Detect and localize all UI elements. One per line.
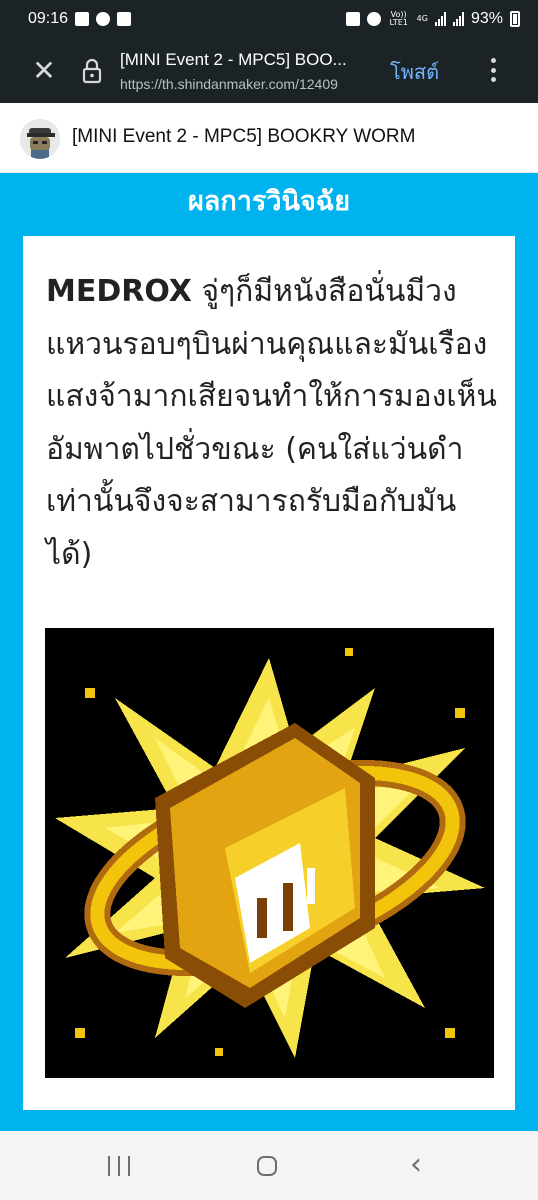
image-icon bbox=[75, 12, 90, 26]
more-options-icon[interactable] bbox=[486, 54, 500, 86]
url-address[interactable]: https://th.shindanmaker.com/12409 bbox=[120, 76, 374, 92]
battery-saver-icon bbox=[345, 12, 360, 26]
volte-icon: Vo)) LTE1 bbox=[389, 10, 408, 27]
browser-toolbar: ✕ [MINI Event 2 - MPC5] BOO... https://t… bbox=[0, 38, 538, 103]
signal-icon bbox=[434, 12, 446, 26]
status-bar-left: 09:16 bbox=[28, 10, 132, 28]
close-icon[interactable]: ✕ bbox=[30, 57, 58, 85]
back-icon[interactable]: ‹ bbox=[410, 1150, 436, 1180]
result-heading: ผลการวินิจฉัย bbox=[187, 186, 351, 217]
result-text: MEDROX จู่ๆก็มีหนังสือนั่นมีวงแหวนรอบๆบิ… bbox=[46, 266, 498, 581]
lock-icon bbox=[82, 58, 102, 84]
status-time: 09:16 bbox=[28, 10, 69, 27]
download-check-icon bbox=[117, 12, 132, 26]
avatar bbox=[20, 119, 60, 159]
result-description: จู่ๆก็มีหนังสือนั่นมีวงแหวนรอบๆบินผ่านคุ… bbox=[46, 274, 497, 572]
result-section: ผลการวินิจฉัย MEDROX จู่ๆก็มีหนังสือนั่น… bbox=[0, 173, 538, 1131]
result-card: MEDROX จู่ๆก็มีหนังสือนั่นมีวงแหวนรอบๆบิ… bbox=[23, 236, 515, 1110]
site-title[interactable]: [MINI Event 2 - MPC5] BOOKRY WORM bbox=[72, 126, 415, 148]
alarm-icon bbox=[366, 12, 381, 26]
result-name: MEDROX bbox=[46, 274, 192, 309]
battery-icon bbox=[510, 11, 520, 27]
home-icon[interactable] bbox=[257, 1156, 277, 1176]
site-header: [MINI Event 2 - MPC5] BOOKRY WORM bbox=[0, 103, 538, 173]
navigation-bar: ‹ bbox=[0, 1131, 538, 1200]
battery-percent: 93% bbox=[470, 10, 503, 27]
glowing-golden-book-icon bbox=[45, 628, 494, 1078]
page-title: [MINI Event 2 - MPC5] BOO... bbox=[120, 50, 347, 69]
status-bar: 09:16 Vo)) LTE1 4G 93% bbox=[0, 0, 538, 38]
post-button[interactable]: โพสต์ bbox=[390, 56, 439, 88]
signal-icon bbox=[452, 12, 464, 26]
network-type: 4G bbox=[416, 14, 428, 23]
status-bar-right: Vo)) LTE1 4G 93% bbox=[345, 10, 520, 28]
recent-apps-icon[interactable] bbox=[108, 1156, 130, 1176]
do-not-disturb-icon bbox=[96, 12, 111, 26]
